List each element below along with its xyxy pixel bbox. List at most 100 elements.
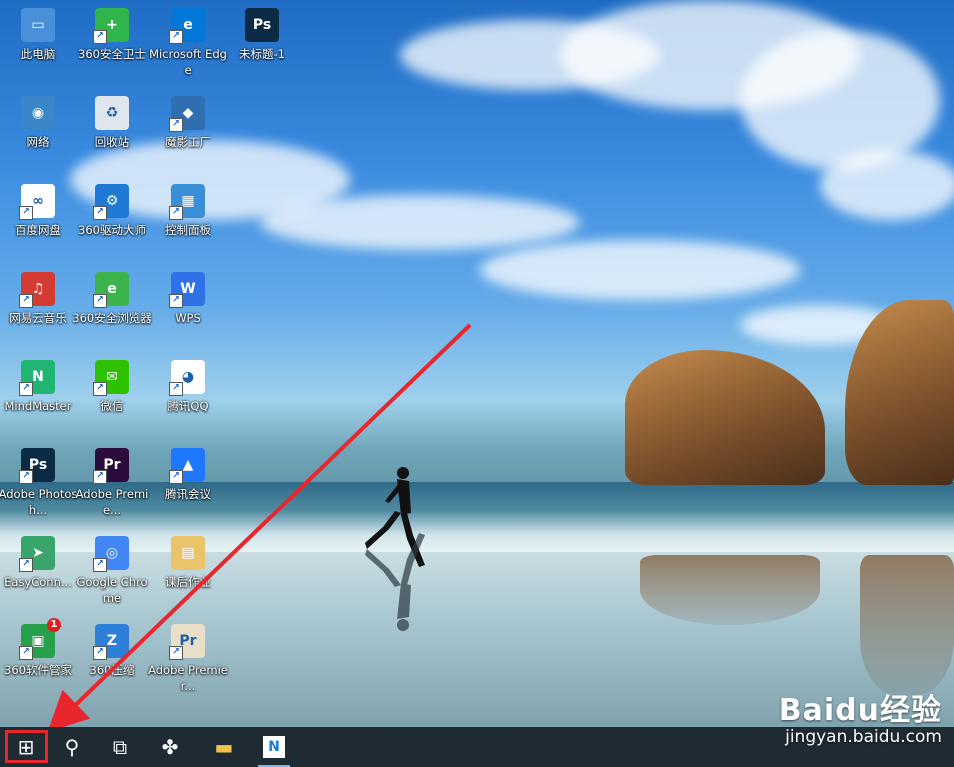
desktop-icon-label: 微信	[100, 399, 124, 413]
desktop-icon-label: 回收站	[94, 135, 130, 149]
desktop-icon[interactable]: ✉ ↗ 微信	[72, 360, 152, 414]
easyconnect-icon: ➤ ↗	[19, 536, 55, 572]
psd-file-icon: Ps	[245, 8, 279, 42]
search-icon: ⚲	[64, 735, 80, 759]
desktop-icon-label: Adobe Photosh...	[0, 487, 78, 517]
360-browser-icon: e ↗	[93, 272, 129, 308]
desktop-icon[interactable]: ▤ 课后作业	[148, 536, 228, 590]
desktop-icon[interactable]: ➤ ↗ EasyConn...	[0, 536, 78, 590]
shortcut-arrow-icon: ↗	[169, 206, 183, 220]
task-view-icon: ⧉	[112, 735, 128, 759]
shortcut-arrow-icon: ↗	[169, 382, 183, 396]
start-button-highlight	[5, 730, 48, 763]
icon-glyph: ♻	[105, 105, 119, 121]
shortcut-arrow-icon: ↗	[169, 470, 183, 484]
icon-glyph: ▦	[181, 193, 195, 209]
icon-glyph: Ps	[252, 17, 272, 33]
qq-icon: ◕ ↗	[169, 360, 205, 396]
desktop-icon[interactable]: Pr ↗ Adobe Premie...	[72, 448, 152, 518]
wechat-icon: ✉ ↗	[93, 360, 129, 396]
desktop-icon-label: Microsoft Edge	[149, 47, 227, 77]
icon-glyph: ◕	[181, 369, 195, 385]
desktop-icon-label: Adobe Premie...	[75, 487, 149, 517]
baidu-netdisk-icon: ∞ ↗	[19, 184, 55, 220]
notification-badge: 1	[47, 618, 61, 632]
icon-glyph: Z	[106, 633, 118, 649]
shortcut-arrow-icon: ↗	[93, 30, 107, 44]
watermark-url: jingyan.baidu.com	[785, 727, 942, 747]
app-n-icon: N	[263, 736, 285, 758]
desktop-icon[interactable]: W ↗ WPS	[148, 272, 228, 326]
desktop-icon-label: 360安全浏览器	[72, 311, 152, 325]
active-app-button[interactable]: N	[250, 727, 298, 767]
desktop-icon-label: 360驱动大师	[78, 223, 146, 237]
desktop-icon[interactable]: ▲ ↗ 腾讯会议	[148, 448, 228, 502]
folder-icon: ▤	[171, 536, 205, 570]
icon-glyph: ◎	[105, 545, 119, 561]
icon-glyph: ∞	[32, 193, 44, 209]
shortcut-arrow-icon: ↗	[169, 30, 183, 44]
baidu-watermark: Baidu经验 jingyan.baidu.com	[779, 685, 942, 747]
task-view-button[interactable]: ⧉	[96, 727, 144, 767]
desktop-icon[interactable]: e ↗ Microsoft Edge	[148, 8, 228, 78]
shortcut-arrow-icon: ↗	[93, 558, 107, 572]
desktop-icon-label: EasyConn...	[4, 575, 72, 589]
fan-app-button[interactable]: ✤	[146, 727, 194, 767]
icon-glyph: N	[32, 369, 44, 385]
desktop-icon-label: 360软件管家	[4, 663, 72, 677]
watermark-brand: Baidu经验	[778, 693, 942, 728]
desktop-icon[interactable]: ▣ ↗ 1 360软件管家	[0, 618, 78, 678]
desktop-icon-label: Adobe Premier...	[148, 663, 228, 693]
desktop-icon[interactable]: ♫ ↗ 网易云音乐	[0, 272, 78, 326]
desktop-icon-label: MindMaster	[4, 399, 72, 413]
premiere-file-icon: Pr ↗	[169, 624, 205, 660]
desktop-icon-label: 腾讯会议	[165, 487, 211, 501]
shortcut-arrow-icon: ↗	[93, 294, 107, 308]
icon-glyph: ▣	[31, 633, 45, 649]
wps-icon: W ↗	[169, 272, 205, 308]
shortcut-arrow-icon: ↗	[19, 470, 33, 484]
desktop-icon[interactable]: Z ↗ 360压缩	[72, 624, 152, 678]
desktop-icon-label: 此电脑	[20, 47, 56, 61]
desktop-icon[interactable]: ∞ ↗ 百度网盘	[0, 184, 78, 238]
desktop-icon[interactable]: ◆ ↗ 魔影工厂	[148, 96, 228, 150]
desktop-icon[interactable]: ▦ ↗ 控制面板	[148, 184, 228, 238]
desktop-icon[interactable]: ♻ 回收站	[72, 96, 152, 150]
desktop-icon-label: 网络	[26, 135, 50, 149]
shortcut-arrow-icon: ↗	[93, 646, 107, 660]
desktop-icon[interactable]: N ↗ MindMaster	[0, 360, 78, 414]
shortcut-arrow-icon: ↗	[19, 558, 33, 572]
icon-glyph: e	[183, 17, 193, 33]
file-explorer-button[interactable]: ▬	[200, 727, 248, 767]
edge-icon: e ↗	[169, 8, 205, 44]
shortcut-arrow-icon: ↗	[93, 206, 107, 220]
desktop-icon[interactable]: ▭ 此电脑	[0, 8, 78, 62]
netease-music-icon: ♫ ↗	[19, 272, 55, 308]
shortcut-arrow-icon: ↗	[93, 470, 107, 484]
moying-factory-icon: ◆ ↗	[169, 96, 205, 132]
shortcut-arrow-icon: ↗	[93, 382, 107, 396]
desktop-icon[interactable]: e ↗ 360安全浏览器	[72, 272, 152, 326]
desktop-icon[interactable]: Ps 未标题-1	[222, 8, 302, 62]
chrome-icon: ◎ ↗	[93, 536, 129, 572]
desktop-icon[interactable]: ◎ ↗ Google Chrome	[72, 536, 152, 606]
desktop-icon[interactable]: ◕ ↗ 腾讯QQ	[148, 360, 228, 414]
desktop-icon-label: 腾讯QQ	[167, 399, 209, 413]
network-icon: ◉	[21, 96, 55, 130]
desktop-icon[interactable]: Pr ↗ Adobe Premier...	[148, 624, 228, 694]
360-software-icon: ▣ ↗ 1	[19, 618, 61, 660]
360-security-icon: + ↗	[93, 8, 129, 44]
shortcut-arrow-icon: ↗	[169, 646, 183, 660]
shortcut-arrow-icon: ↗	[169, 118, 183, 132]
icon-glyph: e	[107, 281, 117, 297]
desktop-icon[interactable]: ⚙ ↗ 360驱动大师	[72, 184, 152, 238]
desktop-icon[interactable]: Ps ↗ Adobe Photosh...	[0, 448, 78, 518]
photoshop-icon: Ps ↗	[19, 448, 55, 484]
icon-glyph: ▭	[31, 17, 45, 33]
desktop-icon[interactable]: + ↗ 360安全卫士	[72, 8, 152, 62]
360-driver-icon: ⚙ ↗	[93, 184, 129, 220]
icon-glyph: ◉	[31, 105, 45, 121]
desktop-icon[interactable]: ◉ 网络	[0, 96, 78, 150]
search-button[interactable]: ⚲	[48, 727, 96, 767]
desktop-icon-label: 未标题-1	[239, 47, 285, 61]
